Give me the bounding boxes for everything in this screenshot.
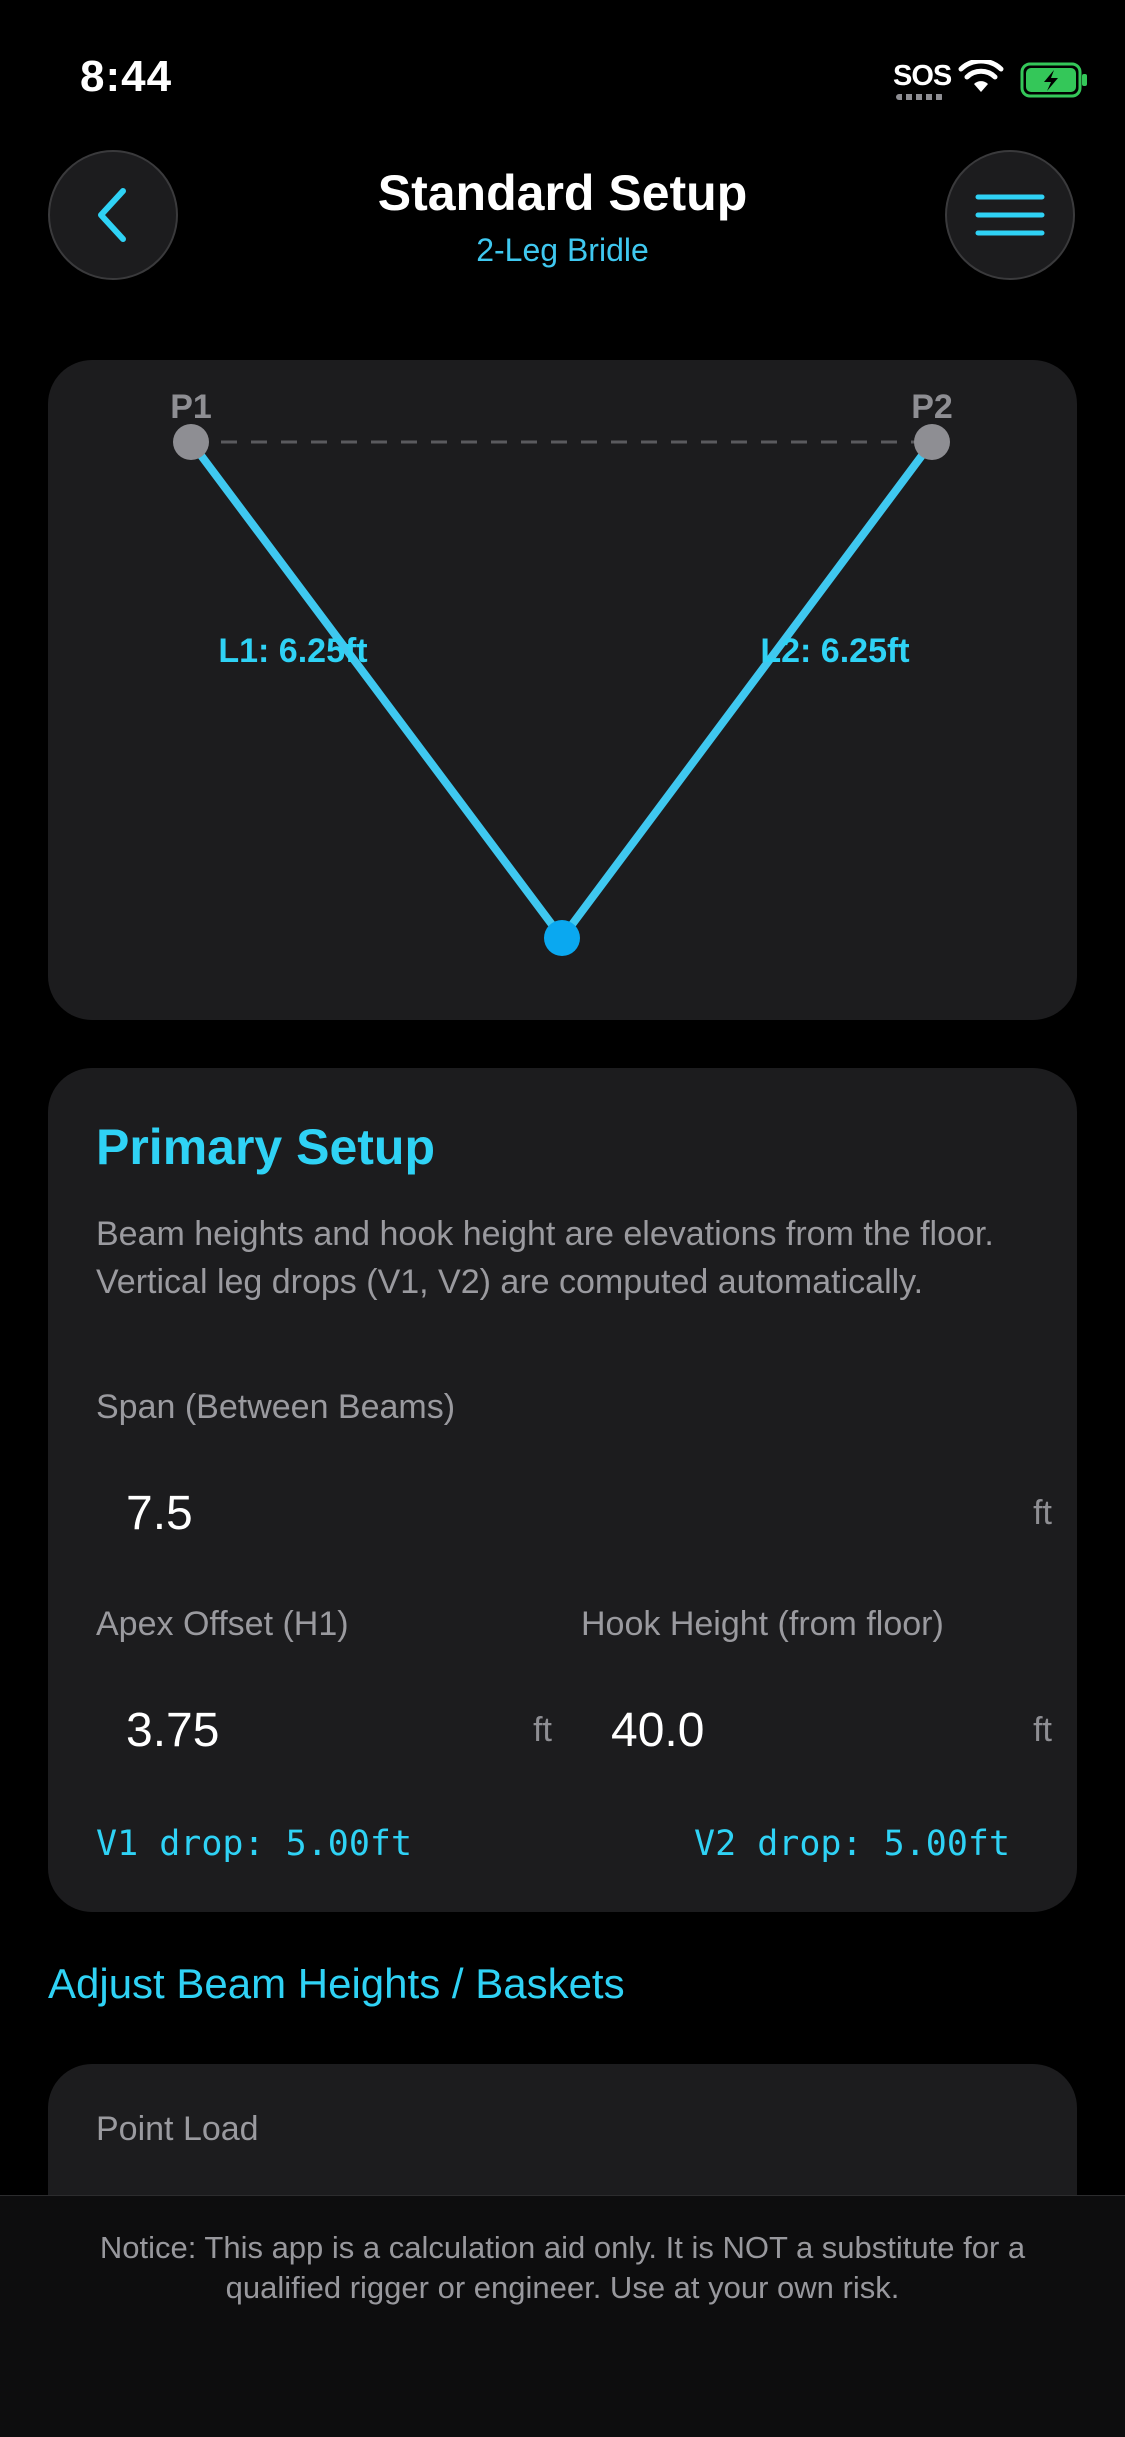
apex-point[interactable] bbox=[544, 920, 580, 956]
span-unit: ft bbox=[1033, 1494, 1052, 1532]
hook-height-unit: ft bbox=[1033, 1711, 1052, 1749]
v1-drop-readout: V1 drop: 5.00ft bbox=[96, 1824, 413, 1864]
l2-label: L2: 6.25ft bbox=[760, 632, 909, 670]
clock: 8:44 bbox=[80, 52, 173, 101]
p2-label: P2 bbox=[911, 388, 953, 426]
apex-offset-field[interactable]: 3.75 ft bbox=[96, 1671, 566, 1781]
sos-indicator: SOS bbox=[893, 60, 952, 92]
p1-point[interactable] bbox=[173, 424, 209, 460]
l1-label: L1: 6.25ft bbox=[218, 632, 367, 670]
leg-2-line bbox=[558, 438, 936, 942]
adjust-beam-heights-link[interactable]: Adjust Beam Heights / Baskets bbox=[48, 1960, 625, 2008]
span-value[interactable]: 7.5 bbox=[126, 1486, 193, 1541]
hamburger-menu-icon bbox=[975, 194, 1045, 236]
bridle-diagram-svg: P1 P2 L1: 6.25ft L2: 6.25ft bbox=[170, 388, 953, 956]
setup-description: Beam heights and hook height are elevati… bbox=[96, 1215, 994, 1301]
hook-height-label: Hook Height (from floor) bbox=[581, 1605, 944, 1643]
p1-label: P1 bbox=[170, 388, 212, 426]
apex-offset-unit: ft bbox=[533, 1711, 552, 1749]
bridle-diagram: P1 P2 L1: 6.25ft L2: 6.25ft bbox=[48, 360, 1077, 1020]
v2-drop-readout: V2 drop: 5.00ft bbox=[694, 1824, 1011, 1864]
menu-button[interactable] bbox=[945, 150, 1075, 280]
span-field[interactable]: 7.5 ft bbox=[96, 1454, 1066, 1564]
section-title: Primary Setup bbox=[96, 1119, 436, 1175]
hook-height-value[interactable]: 40.0 bbox=[611, 1703, 704, 1758]
leg-1-line bbox=[187, 438, 566, 942]
header: Standard Setup 2-Leg Bridle bbox=[0, 140, 1125, 290]
primary-setup-card: Primary Setup Beam heights and hook heig… bbox=[48, 1068, 1077, 1912]
p2-point[interactable] bbox=[914, 424, 950, 460]
disclaimer-text: Notice: This app is a calculation aid on… bbox=[99, 2230, 1026, 2305]
span-label: Span (Between Beams) bbox=[96, 1388, 456, 1426]
point-load-label: Point Load bbox=[96, 2110, 259, 2148]
hook-height-field[interactable]: 40.0 ft bbox=[581, 1671, 1066, 1781]
battery-charging-icon bbox=[1020, 62, 1087, 98]
apex-offset-value[interactable]: 3.75 bbox=[126, 1703, 219, 1758]
notice-footer: Notice: This app is a calculation aid on… bbox=[0, 2195, 1125, 2437]
wifi-icon bbox=[958, 60, 1004, 92]
apex-offset-label: Apex Offset (H1) bbox=[96, 1605, 349, 1643]
signal-dots bbox=[896, 94, 944, 100]
status-bar: 8:44 SOS bbox=[0, 0, 1125, 150]
